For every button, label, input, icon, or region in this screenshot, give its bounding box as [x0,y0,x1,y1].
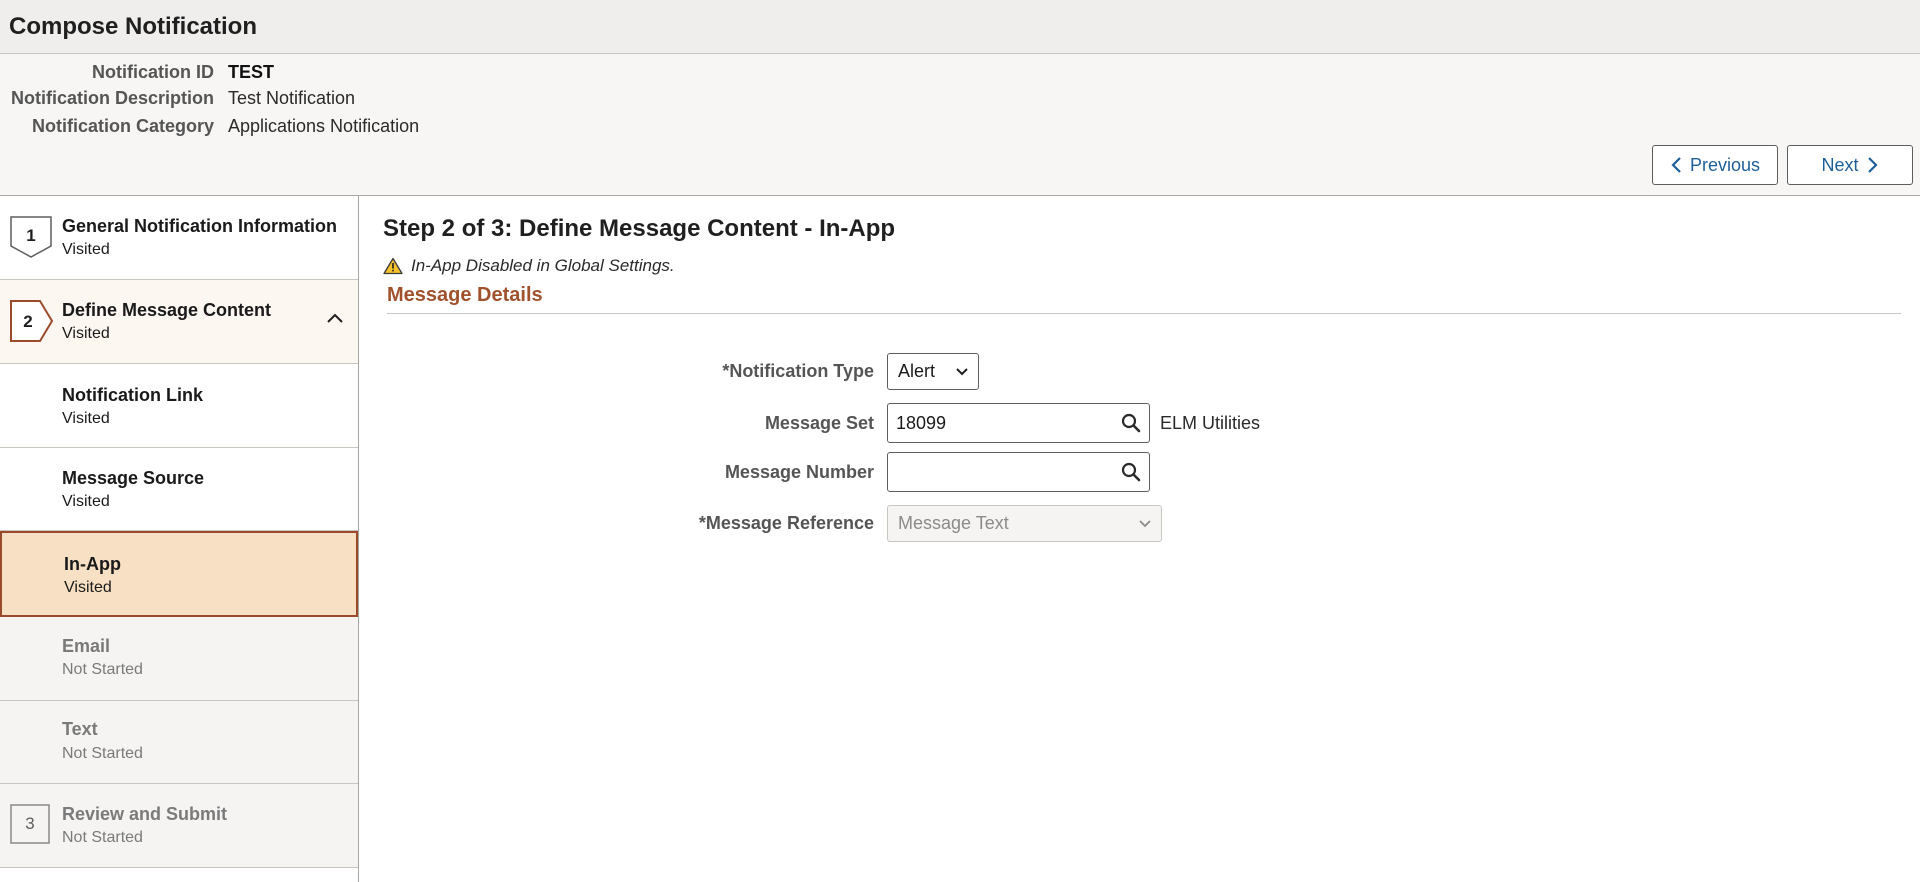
notification-id-label: Notification ID [92,62,214,82]
notification-description-value: Test Notification [228,88,356,108]
page-title: Compose Notification [9,12,258,40]
step-status: Visited [62,325,110,342]
step-review-and-submit[interactable]: 3 Review and Submit Not Started [0,784,358,868]
message-set-input[interactable]: 18099 [887,403,1150,443]
step-title: Message Source [62,468,205,488]
step-status: Not Started [62,745,143,762]
step-2-number: 2 [23,312,32,331]
notification-header: Notification ID TEST Notification Descri… [0,54,1920,196]
message-number-input[interactable] [887,452,1150,492]
message-set-description: ELM Utilities [1160,412,1261,433]
message-reference-placeholder: Message Text [898,513,1009,533]
search-icon[interactable] [1121,462,1141,482]
notification-id-row: Notification ID TEST [0,62,274,83]
notification-type-select[interactable]: Alert [887,353,979,390]
notification-description-row: Notification Description Test Notificati… [0,88,355,109]
notification-id-value: TEST [228,62,275,82]
previous-button-label: Previous [1689,154,1761,175]
warning-text: In-App Disabled in Global Settings. [411,256,675,275]
step-heading: Step 2 of 3: Define Message Content - In… [383,215,896,242]
message-set-value: 18099 [896,412,947,433]
notification-type-value: Alert [898,361,936,381]
step-status: Visited [62,493,110,510]
notification-type-label: *Notification Type [722,361,874,381]
chevron-right-icon [1867,157,1878,173]
step-title: In-App [64,554,121,574]
step-2-badge-icon: 2 [10,300,54,342]
message-set-label: Message Set [764,412,874,433]
notification-description-label: Notification Description [10,88,214,108]
message-number-row: Message Number [360,452,1150,492]
warning-message: In-App Disabled in Global Settings. [383,256,675,276]
step-title: Text [62,719,98,739]
step-general-notification-information[interactable]: 1 General Notification Information Visit… [0,196,358,280]
notification-category-row: Notification Category Applications Notif… [0,116,419,137]
next-button-label: Next [1821,154,1859,175]
notification-category-value: Applications Notification [228,116,420,136]
section-title: Message Details [387,284,543,306]
substep-in-app[interactable]: In-App Visited [0,531,358,617]
message-reference-label: *Message Reference [698,513,874,533]
message-reference-select[interactable]: Message Text [887,505,1162,542]
step-status: Visited [62,410,110,427]
notification-type-row: *Notification Type Alert [360,353,979,390]
chevron-left-icon [1671,157,1681,173]
chevron-down-icon [1139,519,1151,527]
step-status: Visited [62,241,110,258]
warning-triangle-icon [383,257,403,275]
notification-category-label: Notification Category [31,116,214,136]
chevron-up-icon[interactable] [326,312,344,324]
step-title: General Notification Information [62,216,338,236]
next-button[interactable]: Next [1787,145,1913,185]
substep-notification-link[interactable]: Notification Link Visited [0,364,358,448]
step-status: Not Started [62,829,143,846]
main-content: Step 2 of 3: Define Message Content - In… [360,196,1920,882]
step-status: Visited [64,579,112,596]
message-reference-row: *Message Reference Message Text [360,505,1162,542]
section-divider [387,313,1901,314]
step-title: Email [62,636,111,656]
step-title: Define Message Content [62,300,272,320]
search-icon[interactable] [1121,413,1141,433]
step-3-number: 3 [25,814,34,833]
substep-message-source[interactable]: Message Source Visited [0,448,358,531]
message-set-row: Message Set 18099 ELM Utilities [360,403,1260,443]
step-status: Not Started [62,661,143,678]
substep-text[interactable]: Text Not Started [0,701,358,784]
step-3-badge-icon: 3 [10,804,50,844]
title-bar: Compose Notification [0,0,1920,54]
step-1-number: 1 [26,226,35,245]
step-navigation: 1 General Notification Information Visit… [0,196,359,882]
previous-button[interactable]: Previous [1652,145,1778,185]
step-title: Review and Submit [62,804,228,824]
message-number-label: Message Number [724,461,874,482]
substep-email[interactable]: Email Not Started [0,617,358,701]
step-1-badge-icon: 1 [10,216,52,258]
step-title: Notification Link [62,385,203,405]
chevron-down-icon [956,367,968,375]
step-define-message-content[interactable]: 2 Define Message Content Visited [0,280,358,364]
